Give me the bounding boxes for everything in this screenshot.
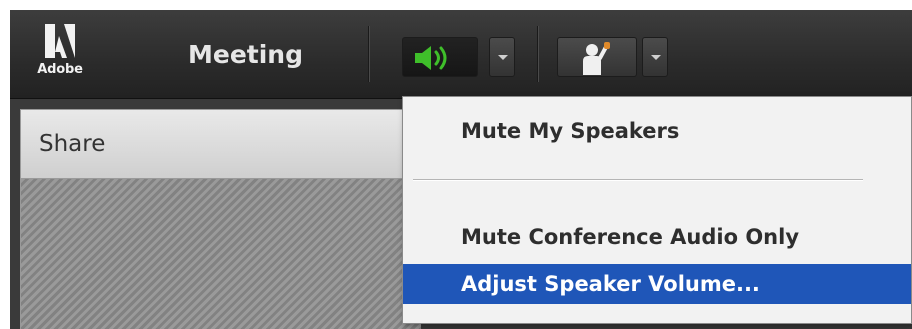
toolbar-divider bbox=[537, 26, 538, 82]
raise-hand-button[interactable] bbox=[557, 37, 637, 77]
speaker-button[interactable] bbox=[402, 37, 478, 77]
meeting-menu[interactable]: Meeting bbox=[188, 40, 303, 69]
chevron-down-icon bbox=[651, 55, 661, 60]
menu-item-adjust-speaker-volume[interactable]: Adjust Speaker Volume... bbox=[403, 264, 911, 304]
menu-divider bbox=[413, 179, 863, 181]
raise-hand-icon bbox=[583, 42, 610, 75]
speaker-dropdown-menu: Mute My Speakers Mute Conference Audio O… bbox=[402, 96, 912, 324]
share-pod-title: Share bbox=[39, 131, 106, 157]
menu-item-mute-conference-audio-only[interactable]: Mute Conference Audio Only bbox=[403, 217, 911, 257]
status-options-dropdown[interactable] bbox=[642, 37, 668, 77]
adobe-logo-text: Adobe bbox=[37, 62, 83, 77]
share-pod-header: Share bbox=[20, 109, 420, 179]
speaker-icon bbox=[415, 46, 447, 70]
share-pod-content bbox=[20, 179, 421, 329]
adobe-logo: Adobe bbox=[32, 24, 88, 86]
meeting-window: Adobe Meeting Share Mute My Speakers Mut… bbox=[10, 10, 912, 329]
adobe-logo-icon bbox=[45, 24, 75, 58]
top-toolbar: Adobe Meeting bbox=[10, 10, 912, 99]
speaker-options-dropdown[interactable] bbox=[489, 37, 515, 77]
menu-item-mute-my-speakers[interactable]: Mute My Speakers bbox=[403, 111, 911, 151]
toolbar-divider bbox=[368, 26, 369, 82]
chevron-down-icon bbox=[498, 55, 508, 60]
